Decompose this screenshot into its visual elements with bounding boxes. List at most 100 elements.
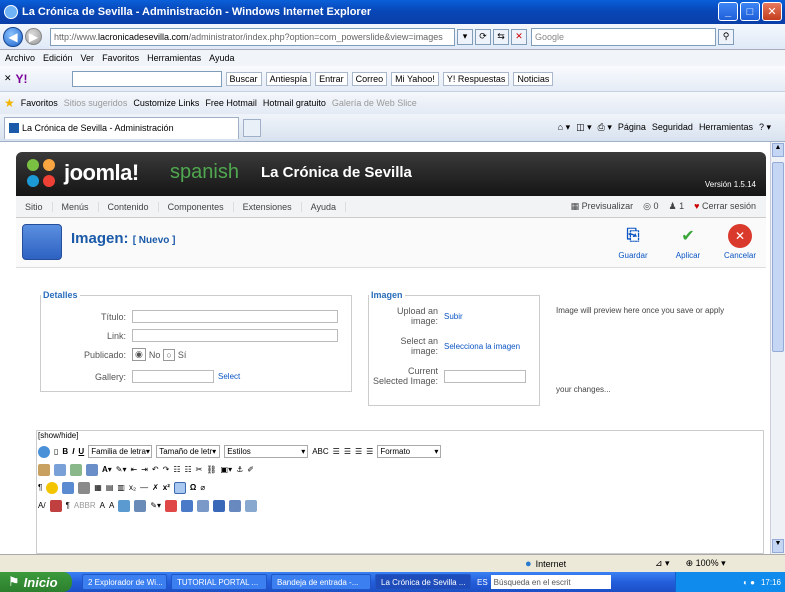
compat-icon[interactable]: ⇆ [493,28,509,45]
scroll-thumb[interactable] [772,162,784,352]
current-image-input[interactable] [444,369,526,383]
forecolor-icon[interactable]: A▾ [102,465,112,474]
save-button[interactable]: ⎘ Guardar [613,224,653,264]
yahoo-logo-icon[interactable]: Y! [16,72,28,86]
home-icon[interactable]: ⌂ ▾ [558,122,570,133]
charmap-icon[interactable]: Ω [190,483,196,492]
title-input[interactable] [132,310,338,323]
anchor-icon[interactable]: ⚓ [236,465,243,474]
remove-format-icon[interactable]: ✗ [152,483,159,492]
published-yes-radio[interactable]: ○ [163,348,175,361]
scroll-up-icon[interactable]: ▲ [772,143,784,157]
pagebreak-icon[interactable] [197,499,210,512]
fav-web-slice[interactable]: Galería de Web Slice [332,98,417,108]
desktop-search-input[interactable]: Búsqueda en el escrit [490,575,611,589]
dropdown-icon[interactable]: ▾ [457,28,473,45]
forward-button[interactable]: ▶ [25,28,42,45]
image-icon[interactable]: ▣▾ [221,465,233,474]
insert-layer-icon[interactable] [229,499,242,512]
align-center-icon[interactable]: ☰ [344,447,351,456]
jmenu-menus[interactable]: Menús [53,201,99,212]
align-justify-icon[interactable]: ☰ [366,447,373,456]
preview-link[interactable]: ▦ Previsualizar [571,201,634,212]
maximize-button[interactable]: □ [740,2,760,21]
emotion-icon[interactable] [46,481,59,494]
messages-count[interactable]: ◎ 0 [643,201,658,212]
apply-button[interactable]: ✔ Aplicar [668,224,708,264]
upload-link[interactable]: Subir [444,312,463,321]
menu-herramientas[interactable]: Herramientas [147,53,201,63]
fullscreen-icon[interactable] [173,481,186,494]
bold-icon[interactable]: B [62,447,68,456]
absolute-icon[interactable] [165,499,178,512]
close-toolbar-icon[interactable]: ✕ [4,73,12,84]
task-explorer[interactable]: 2 Explorador de Wi... [82,574,167,590]
readmore-icon[interactable] [213,499,226,512]
yahoo-search-input[interactable] [71,70,222,87]
spellcheck-icon[interactable]: A/ [38,501,46,510]
tab-cronica[interactable]: La Crónica de Sevilla - Administración [4,116,239,139]
font-up-icon[interactable]: A [100,501,105,510]
underline-icon[interactable]: U [78,447,84,456]
link-icon[interactable]: ⛓ [206,465,216,474]
fav-free-hotmail[interactable]: Free Hotmail [205,98,257,108]
sub-icon[interactable]: x₂ [129,483,136,492]
numlist-icon[interactable]: ☷ [185,465,192,474]
jmenu-componentes[interactable]: Componentes [159,201,234,212]
outdent-icon[interactable]: ⇤ [131,465,138,474]
cmd-herramientas[interactable]: Herramientas [699,122,753,133]
cmd-seguridad[interactable]: Seguridad [652,122,693,133]
tray-icons[interactable]: ◐ ● [743,578,755,587]
font-size-select[interactable]: Tamaño de letr ▾ [156,445,221,458]
menu-edicion[interactable]: Edición [43,53,73,63]
yahoo-correo[interactable]: Correo [351,71,388,86]
url-input[interactable]: http://www. lacronicadesevilla.com/admini… [50,27,455,46]
yahoo-antiespia[interactable]: Antiespía [265,71,312,86]
backcolor-icon[interactable]: ✎▾ [116,465,127,474]
pen-icon[interactable]: ✐ [247,465,254,474]
yahoo-noticias[interactable]: Noticias [513,71,554,86]
search-input[interactable]: Google [531,27,716,46]
cut-icon[interactable] [38,463,50,476]
yahoo-entrar[interactable]: Entrar [315,71,348,86]
hr-icon[interactable]: — [140,483,148,492]
zoom-control[interactable]: ⊕ 100% ▾ [686,558,726,569]
indent-icon[interactable]: ⇥ [141,465,148,474]
find-icon[interactable] [86,463,98,476]
logout-link[interactable]: ♥ Cerrar sesión [694,201,756,212]
styles-select[interactable]: Estilos ▾ [224,445,309,458]
layer-icon[interactable] [134,499,147,512]
back-button[interactable]: ◀ [3,26,23,47]
task-tutorial[interactable]: TUTORIAL PORTAL ... [171,574,267,590]
menu-ayuda[interactable]: Ayuda [209,53,234,63]
superscript-icon[interactable]: x² [163,483,170,492]
start-button[interactable]: ⚑ Inicio [0,572,72,592]
align-left-icon[interactable]: ☰ [333,447,340,456]
help-icon[interactable] [38,445,50,458]
jmenu-ayuda[interactable]: Ayuda [302,201,347,212]
cmd-pagina[interactable]: Página [618,122,646,133]
table-props-icon[interactable]: ▦ [94,483,102,492]
abbr-icon[interactable]: ABBR [74,501,96,510]
stop-icon[interactable]: ✕ [511,28,527,45]
jmenu-sitio[interactable]: Sitio [16,201,53,212]
yahoo-buscar-button[interactable]: Buscar [225,71,262,86]
row-icon[interactable]: ▤ [106,483,114,492]
align-right-icon[interactable]: ☰ [355,447,362,456]
language-indicator[interactable]: ES [477,578,488,587]
fav-customize-links[interactable]: Customize Links [133,98,199,108]
cut2-icon[interactable]: ✂ [196,465,203,474]
paste-icon[interactable] [70,463,82,476]
visual-aid-icon[interactable] [181,499,194,512]
template-icon[interactable] [118,499,131,512]
strikethrough-icon[interactable]: ABC [312,447,328,456]
ltr-icon[interactable]: ¶ [38,483,42,492]
showhide-link[interactable]: [show/hide] [38,431,78,440]
menu-favoritos[interactable]: Favoritos [102,53,139,63]
menu-ver[interactable]: Ver [81,53,95,63]
task-bandeja[interactable]: Bandeja de entrada -... [271,574,371,590]
protected-mode-icon[interactable]: ⊿ ▾ [655,558,670,569]
bullist-icon[interactable]: ☷ [173,465,180,474]
font-family-select[interactable]: Familia de letra ▾ [88,445,153,458]
search-icon[interactable]: ⚲ [718,28,734,45]
